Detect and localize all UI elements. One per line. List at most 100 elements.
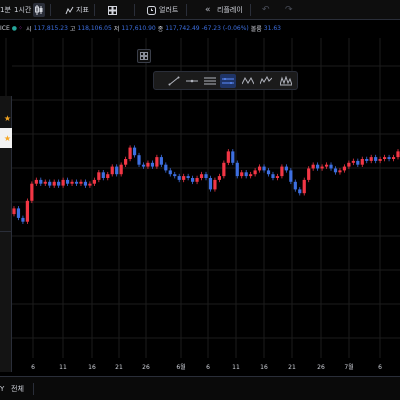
harmonic-icon[interactable] (278, 74, 294, 88)
candle-up (43, 181, 47, 184)
candle-down (48, 181, 52, 186)
candle-up (226, 151, 230, 163)
candle-down (204, 174, 208, 178)
menu-dots-icon[interactable]: ⁘ (18, 25, 23, 32)
x-tick-label: 6 (378, 364, 382, 371)
drawing-toolbar-drag-handle[interactable] (137, 49, 151, 63)
candle-up (70, 181, 74, 184)
symbol-name[interactable]: ICE (0, 25, 10, 32)
x-tick-label: 16 (260, 364, 268, 371)
x-tick-label: 11 (59, 364, 67, 371)
candle-down (186, 176, 190, 178)
redo-icon[interactable]: ↷ (285, 0, 293, 20)
candle-up (391, 157, 396, 159)
replay-label[interactable]: 리플레이 (217, 0, 243, 20)
candle-down (16, 208, 21, 218)
candle-up (249, 174, 253, 177)
candle-up (324, 164, 329, 167)
price-chart[interactable]: 6 11 16 21 26 6월 6 11 16 21 26 7월 6 (0, 0, 400, 400)
alert-button[interactable] (147, 0, 156, 20)
candle-up (369, 157, 373, 161)
indicators-button[interactable] (65, 0, 74, 20)
favorite-star-icon[interactable]: ★ (0, 128, 12, 148)
candle-up (79, 181, 83, 184)
candle-down (115, 166, 119, 175)
range-button[interactable]: Y (0, 377, 4, 400)
candle-up (311, 164, 315, 169)
toolbar-divider (94, 4, 95, 16)
indicators-label[interactable]: 지표 (76, 0, 89, 20)
candle-down (333, 168, 338, 173)
candle-down (21, 217, 25, 222)
volume-label: 볼륨 (250, 25, 262, 33)
close-label: 종 (157, 25, 164, 33)
candle-down (387, 157, 391, 159)
toolbar-divider (50, 4, 51, 16)
range-divider (33, 383, 34, 395)
candle-up (25, 200, 29, 222)
candle-down (365, 159, 369, 161)
interval-1hour[interactable]: 1시간 (14, 0, 31, 20)
low-value: 117,610.90 (121, 24, 156, 32)
candle-up (213, 179, 217, 190)
wave-icon[interactable] (258, 74, 274, 88)
candle-down (101, 172, 105, 178)
candlestick-icon (35, 5, 43, 15)
candle-down (316, 164, 320, 169)
candle-type-button[interactable] (33, 3, 45, 17)
candle-up (396, 151, 400, 158)
top-toolbar: 1분 1시간 지표 얼러트 « 리플레이 ↶ ↷ (0, 0, 400, 20)
candle-down (132, 147, 137, 156)
candle-down (293, 181, 297, 190)
candle-down (39, 179, 43, 184)
x-axis-ticks: 6 11 16 21 26 6월 6 11 16 21 26 7월 6 (31, 363, 382, 371)
candle-up (342, 166, 347, 171)
bottom-range-bar: Y 전체 (0, 376, 400, 400)
candle-down (284, 166, 288, 171)
candle-up (30, 183, 34, 201)
horizontal-line-icon[interactable] (184, 74, 200, 88)
candle-down (244, 172, 248, 177)
alarm-clock-icon (147, 5, 156, 15)
favorite-star-icon[interactable]: ★ (0, 108, 12, 128)
candle-down (137, 155, 141, 165)
candle-up (106, 174, 110, 178)
candle-down (168, 170, 172, 175)
candle-up (378, 159, 382, 161)
candle-up (338, 170, 342, 173)
candle-down (208, 178, 213, 190)
replay-icon[interactable]: « (205, 0, 211, 20)
parallel-channel-icon[interactable] (202, 74, 218, 88)
pattern-icon[interactable] (240, 74, 256, 88)
range-all-button[interactable]: 전체 (11, 377, 24, 400)
candle-up (155, 157, 159, 167)
change-value: -67.23 (-0.06%) (201, 24, 249, 32)
candle-down (262, 166, 266, 171)
x-tick-label: 16 (88, 364, 96, 371)
candle-down (150, 162, 155, 167)
candle-up (217, 176, 221, 180)
layout-button[interactable] (108, 0, 117, 20)
candle-down (65, 179, 70, 184)
low-label: 저 (113, 25, 120, 33)
channel-icon[interactable] (220, 74, 236, 88)
interval-1min[interactable]: 1분 (0, 0, 11, 20)
candle-up (351, 160, 355, 163)
candle-down (83, 181, 88, 186)
high-label: 고 (69, 25, 76, 33)
candle-down (235, 162, 239, 177)
candle-up (240, 172, 244, 177)
candle-down (266, 170, 271, 175)
x-tick-label: 26 (142, 364, 150, 371)
alert-label[interactable]: 얼러트 (159, 0, 178, 20)
candle-down (164, 164, 168, 171)
undo-icon[interactable]: ↶ (262, 0, 270, 20)
trendline-icon[interactable] (166, 74, 182, 88)
x-tick-label: 21 (115, 364, 123, 371)
candle-down (141, 164, 146, 167)
candle-up (383, 157, 387, 159)
high-value: 118,106.05 (77, 24, 112, 32)
x-tick-label: 11 (232, 364, 240, 371)
candle-up (97, 172, 101, 180)
candle-up (347, 162, 351, 167)
